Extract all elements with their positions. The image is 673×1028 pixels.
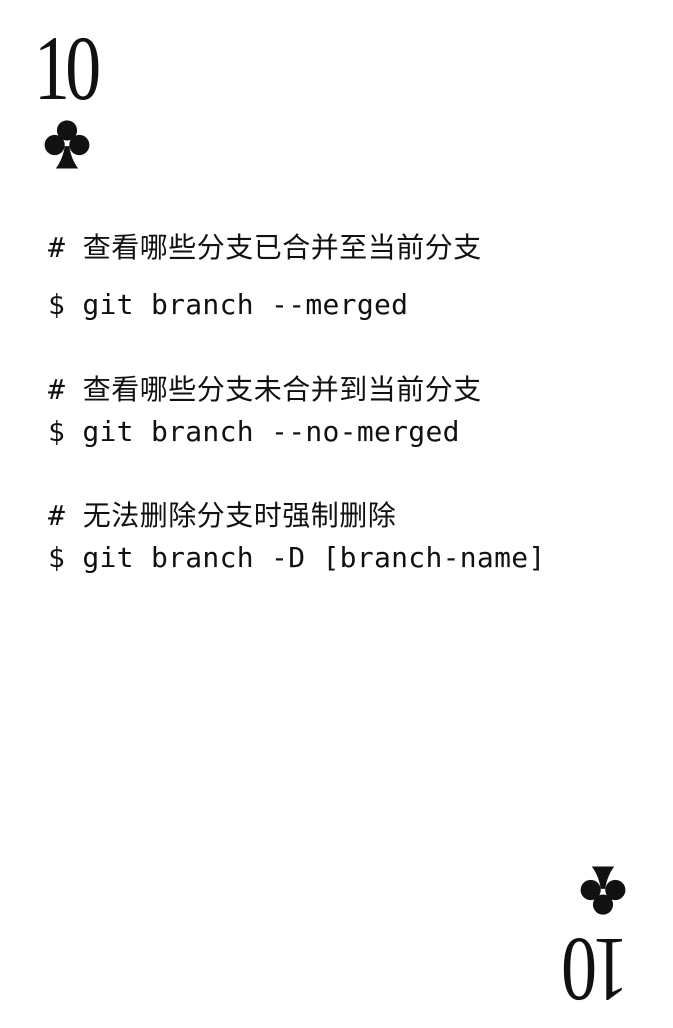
bottom-right-rank: 10 [565,919,629,1021]
command-no-merged-branches: $ git branch --no-merged [48,415,460,448]
club-icon [44,120,90,169]
top-left-rank: 10 [34,17,101,119]
comment-force-delete-branch: # 无法删除分支时强制删除 [48,499,397,532]
comment-no-merged-branches: # 查看哪些分支未合并到当前分支 [48,373,482,406]
playing-card: 10 # 查看哪些分支已合并至当前分支 $ git branch --merge… [0,0,673,1028]
club-icon [580,866,626,915]
comment-merged-branches: # 查看哪些分支已合并至当前分支 [48,231,482,264]
command-merged-branches: $ git branch --merged [48,288,409,321]
command-force-delete-branch: $ git branch -D [branch-name] [48,541,546,574]
